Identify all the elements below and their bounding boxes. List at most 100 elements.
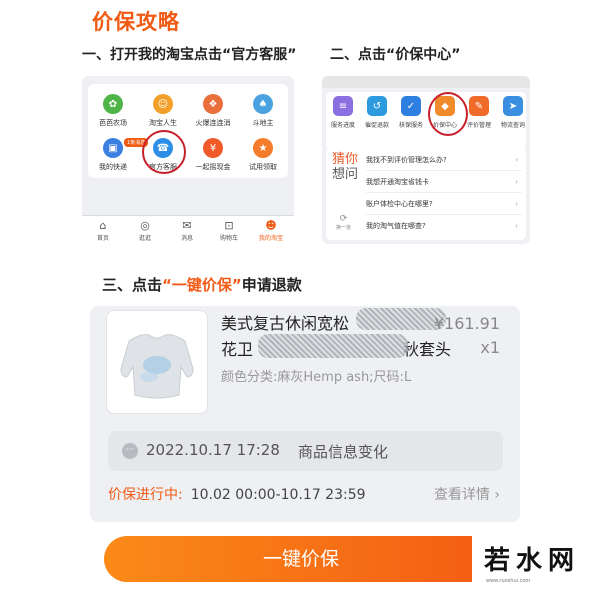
refresh-icon: ⟳ xyxy=(339,214,348,224)
service-shortcut[interactable]: ↺ 催促退款 xyxy=(360,96,394,129)
product-quantity: x1 xyxy=(480,338,500,357)
price-change-notice: ··· 2022.10.17 17:28 商品信息变化 xyxy=(108,431,503,471)
product-thumbnail[interactable] xyxy=(106,310,208,414)
service-shortcut[interactable]: ✓ 核保服务 xyxy=(394,96,428,129)
service-shortcut[interactable]: ➤ 物流查询 xyxy=(496,96,530,129)
review-icon: ✎ xyxy=(469,96,489,116)
tool-item-label: 淘宝人生 xyxy=(149,119,177,127)
faq-text: 我想开通淘宝省钱卡 xyxy=(366,178,429,186)
sweater-image xyxy=(120,334,194,399)
service-shortcut[interactable]: ≡ 服务进度 xyxy=(326,96,360,129)
insurance-icon: ✓ xyxy=(401,96,421,116)
tool-item-label: 火爆连连消 xyxy=(195,119,231,127)
notice-label: 商品信息变化 xyxy=(298,443,389,461)
my-taobao-screenshot: ✿ 芭芭农场 ☺ 淘宝人生 ❖ 火爆连连消 ♠ 斗地主 ▣ 我的快递 1条消息 … xyxy=(82,76,294,246)
profile-icon: ☻ xyxy=(265,219,277,232)
page-title: 价保攻略 xyxy=(92,10,180,34)
tool-item[interactable]: ¥ 一起摇现金 xyxy=(188,138,238,172)
tool-item-label: 芭芭农场 xyxy=(99,119,127,127)
service-center-screenshot: ≡ 服务进度 ↺ 催促退款 ✓ 核保服务 ◆ 价保中心 ✎ 评价管理 ➤ 物流查… xyxy=(322,76,530,244)
notice-time: 2022.10.17 17:28 xyxy=(146,441,280,459)
cards-icon: ♠ xyxy=(253,94,273,114)
refund-icon: ↺ xyxy=(367,96,387,116)
sku-text: 颜色分类:麻灰Hemp ash;尺码:L xyxy=(221,370,412,385)
faq-card: 猜你 想问 ⟳ 换一批 我找不到评价管理怎么办? › 我想开通淘宝省钱卡 › 账户体… xyxy=(326,148,526,240)
product-name-part-b: 秋套头 xyxy=(403,340,452,359)
tool-item-label: 一起摇现金 xyxy=(195,163,231,171)
tool-item[interactable]: ♠ 斗地主 xyxy=(238,94,288,128)
tool-item[interactable]: ❖ 火爆连连消 xyxy=(188,94,238,128)
tool-item-label: 我的快递 xyxy=(99,163,127,171)
farm-icon: ✿ xyxy=(103,94,123,114)
step-3-highlight: “一键价保” xyxy=(162,276,242,294)
faq-item[interactable]: 我找不到评价管理怎么办? › xyxy=(366,150,522,171)
service-shortcuts: ≡ 服务进度 ↺ 催促退款 ✓ 核保服务 ◆ 价保中心 ✎ 评价管理 ➤ 物流查… xyxy=(326,92,526,150)
one-click-price-protect-button[interactable]: 一键价保 xyxy=(104,536,498,582)
step-2-caption: 二、点击“价保中心” xyxy=(330,47,461,63)
guess-line-1: 猜你 xyxy=(332,152,359,167)
product-name-part-a: 花卫 xyxy=(221,340,254,359)
guess-you-ask: 猜你 想问 xyxy=(332,152,358,182)
tool-item[interactable]: ★ 试用领取 xyxy=(238,138,288,172)
step-3-prefix: 三、点击 xyxy=(102,276,163,294)
faq-text: 我找不到评价管理怎么办? xyxy=(366,156,447,164)
life-icon: ☺ xyxy=(153,94,173,114)
chevron-right-icon: › xyxy=(515,156,518,164)
step-3-suffix: 申请退款 xyxy=(241,276,302,294)
faq-item[interactable]: 我想开通淘宝省钱卡 › xyxy=(366,172,522,193)
watermark: 若水网 www.ruoshui.com xyxy=(472,536,582,592)
status-range: 10.02 00:00-10.17 23:59 xyxy=(190,487,366,503)
message-icon: ✉ xyxy=(182,219,192,232)
tool-item[interactable]: ☺ 淘宝人生 xyxy=(138,94,188,128)
cart-icon: ⊡ xyxy=(224,219,234,232)
cash-icon: ¥ xyxy=(203,138,223,158)
faq-item[interactable]: 账户体检中心在哪里? › xyxy=(366,194,522,215)
watermark-text: 若水网 xyxy=(484,546,581,576)
tab-my-taobao[interactable]: ☻ 我的淘宝 xyxy=(250,219,292,242)
shortcut-label: 核保服务 xyxy=(398,122,423,129)
delivery-icon: ▣ xyxy=(103,138,123,158)
status-label: 价保进行中: xyxy=(108,487,183,503)
guess-line-2: 想问 xyxy=(332,167,359,182)
tab-label: 我的淘宝 xyxy=(258,235,283,242)
shortcut-label: 物流查询 xyxy=(500,122,525,129)
explore-icon: ◎ xyxy=(140,219,150,232)
shortcut-label: 服务进度 xyxy=(330,122,355,129)
bottom-tab-bar: ⌂ 首页 ◎ 逛逛 ✉ 消息 ⊡ 购物车 ☻ 我的淘宝 xyxy=(82,215,294,246)
shortcut-label: 评价管理 xyxy=(466,122,491,129)
game-icon: ❖ xyxy=(203,94,223,114)
step-3-caption: 三、点击“一键价保”申请退款 xyxy=(102,274,302,295)
logistics-icon: ➤ xyxy=(503,96,523,116)
view-details-link[interactable]: 查看详情 › xyxy=(434,484,500,504)
swap-label: 换一批 xyxy=(336,225,352,231)
tab-label: 消息 xyxy=(180,235,193,242)
chevron-right-icon: › xyxy=(515,200,518,208)
redaction-blur xyxy=(356,308,446,330)
faq-text: 我的淘气值在哪查? xyxy=(366,222,426,230)
faq-item[interactable]: 我的淘气值在哪查? › xyxy=(366,216,522,236)
highlight-circle xyxy=(428,92,468,136)
tab-messages[interactable]: ✉ 消息 xyxy=(166,219,208,242)
chevron-right-icon: › xyxy=(515,222,518,230)
shortcut-label: 催促退款 xyxy=(364,122,389,129)
tab-explore[interactable]: ◎ 逛逛 xyxy=(124,219,166,242)
product-name-line-1: 美式复古休闲宽松 xyxy=(221,314,350,333)
tool-item[interactable]: ✿ 芭芭农场 xyxy=(88,94,138,128)
order-card: 美式复古休闲宽松 花卫 秋套头 颜色分类:麻灰Hemp ash;尺码:L ¥161… xyxy=(90,306,520,522)
tool-item-label: 斗地主 xyxy=(252,119,274,127)
tab-label: 逛逛 xyxy=(138,235,151,242)
progress-icon: ≡ xyxy=(333,96,353,116)
tools-card: ✿ 芭芭农场 ☺ 淘宝人生 ❖ 火爆连连消 ♠ 斗地主 ▣ 我的快递 1条消息 … xyxy=(88,84,288,178)
price-protection-status: 价保进行中: 10.02 00:00-10.17 23:59 xyxy=(108,484,366,504)
tab-cart[interactable]: ⊡ 购物车 xyxy=(208,219,250,242)
watermark-sub: www.ruoshui.com xyxy=(486,578,531,584)
tool-item-label: 试用领取 xyxy=(249,163,277,171)
chevron-right-icon: › xyxy=(515,178,518,186)
tab-home[interactable]: ⌂ 首页 xyxy=(82,219,124,242)
more-dots-icon: ··· xyxy=(122,443,138,459)
redaction-blur xyxy=(258,334,408,358)
faq-text: 账户体检中心在哪里? xyxy=(366,200,433,208)
swap-batch-button[interactable]: ⟳ 换一批 xyxy=(336,214,351,231)
product-price: ¥161.91 xyxy=(433,314,500,333)
highlight-circle xyxy=(142,130,186,174)
